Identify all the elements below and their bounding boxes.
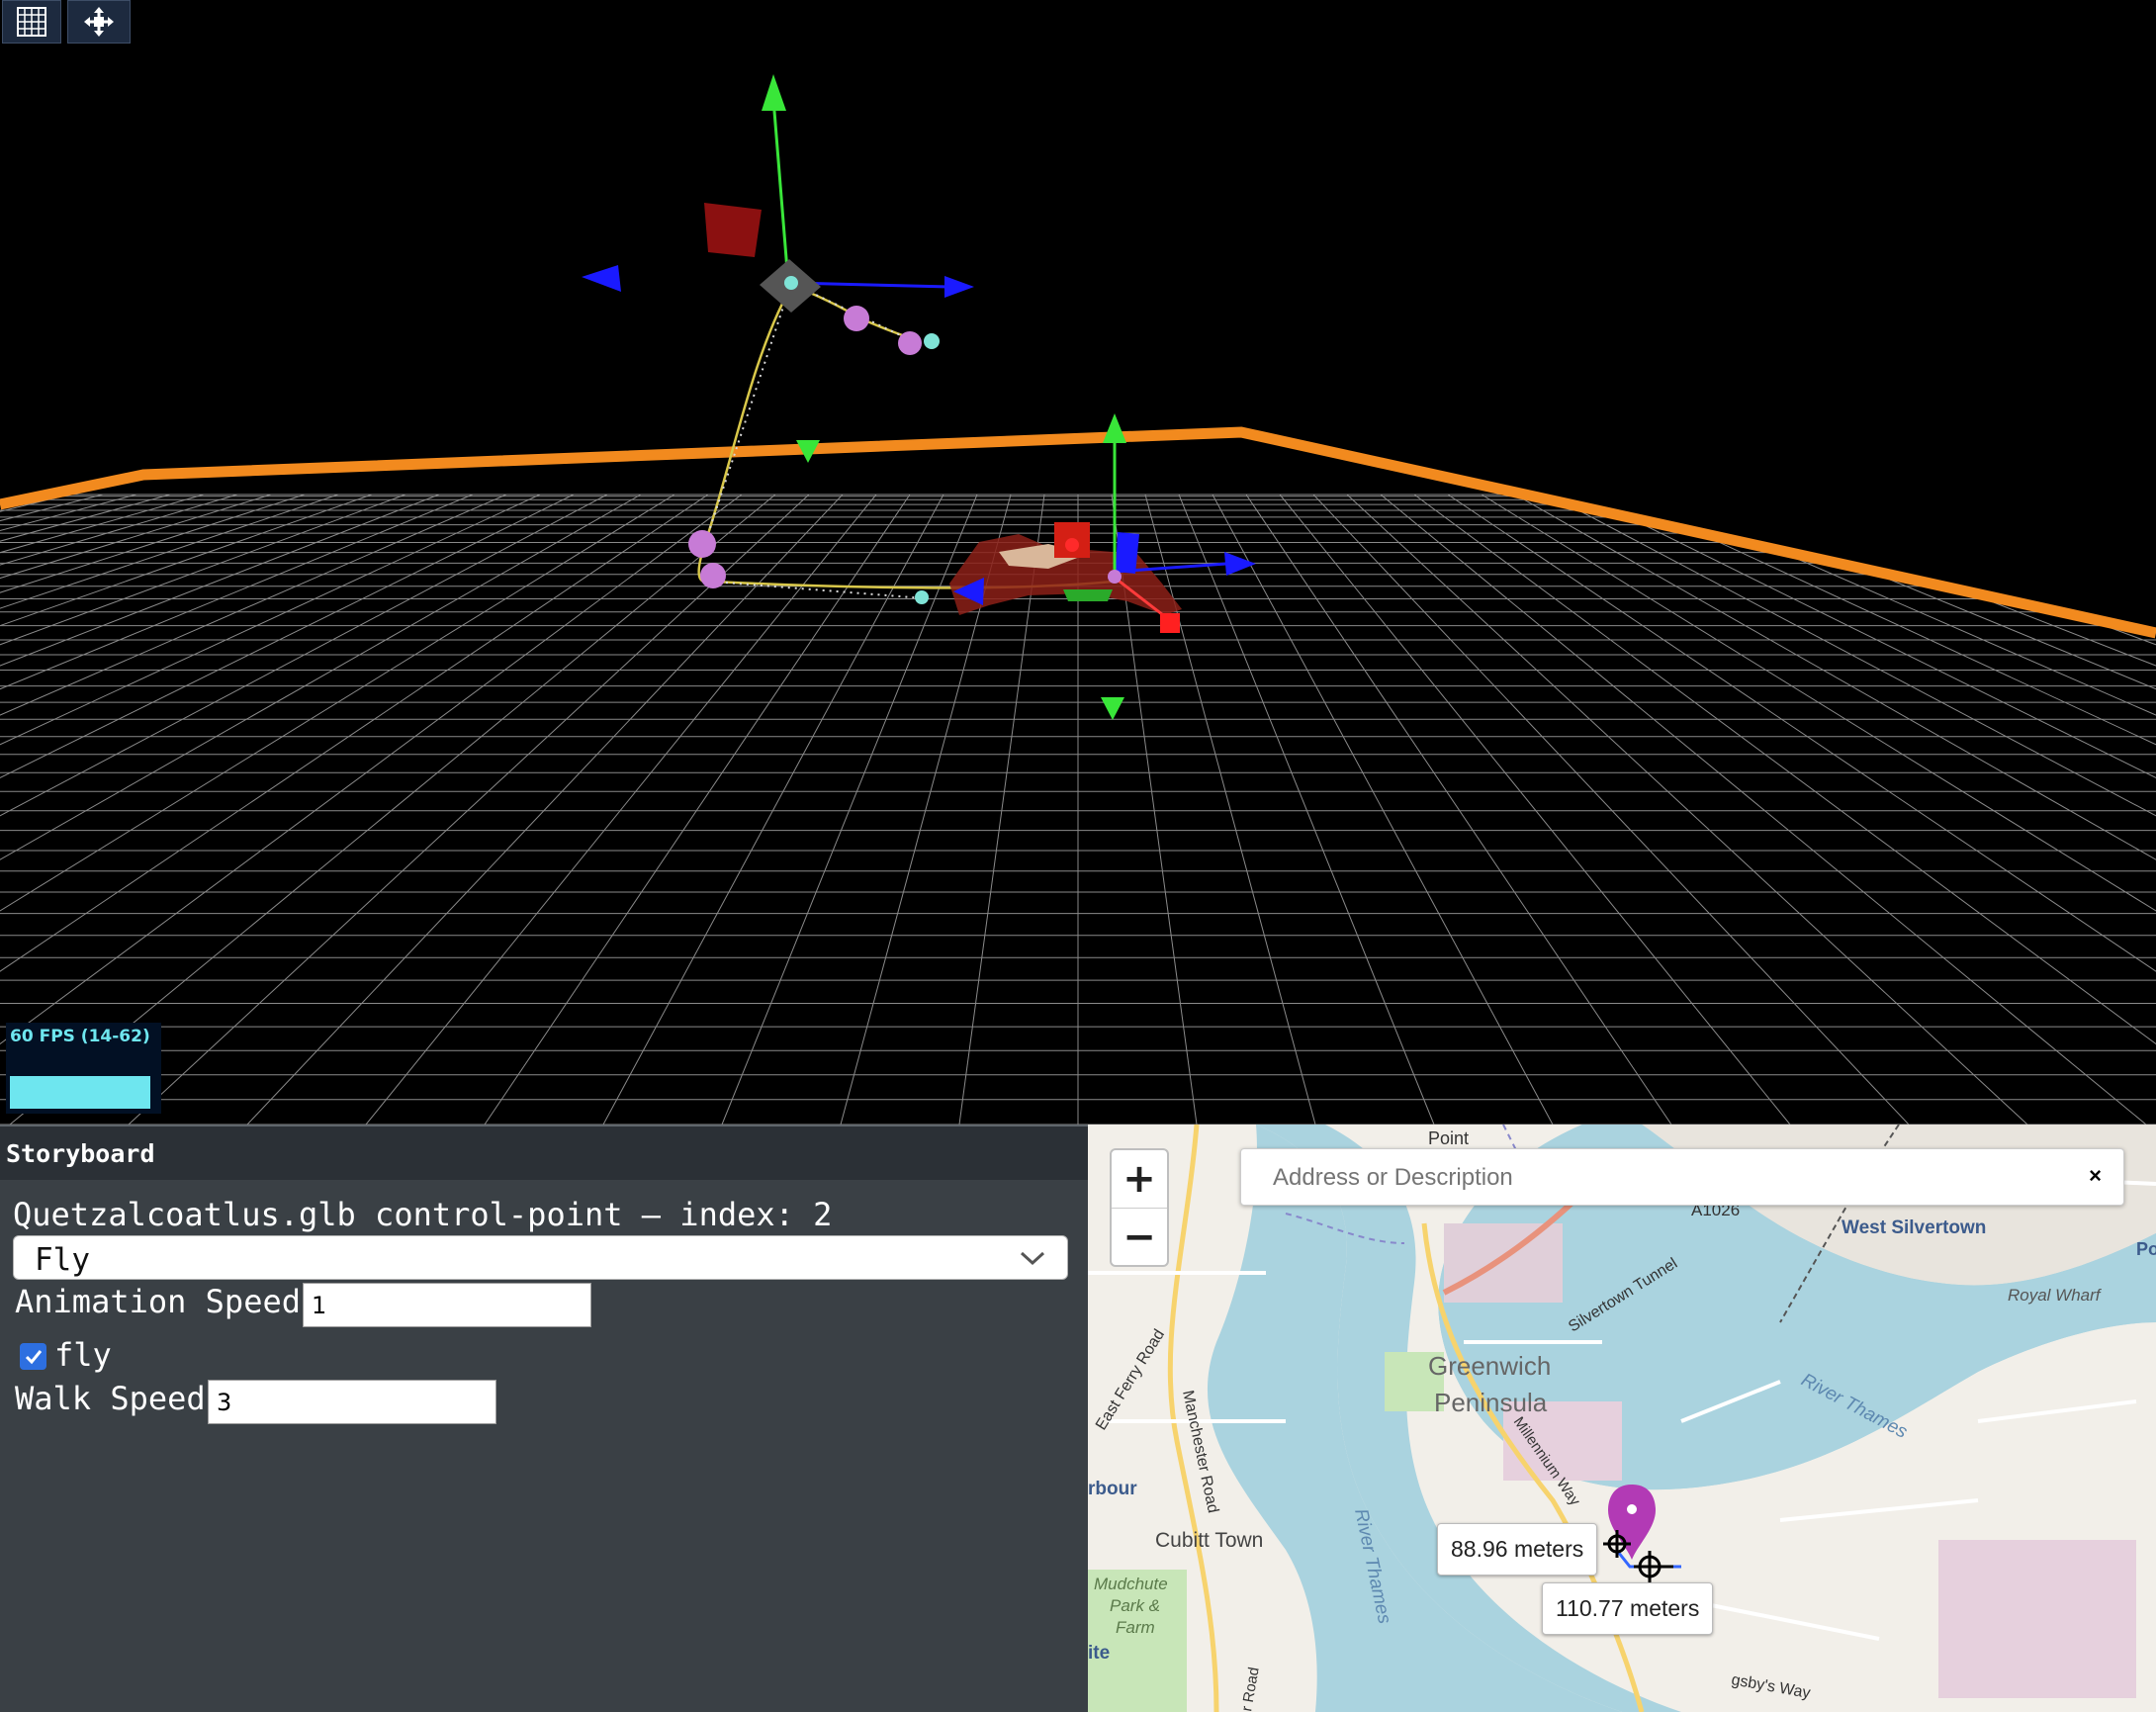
map-label: Point	[1428, 1128, 1469, 1148]
grid-line	[1144, 494, 1316, 1125]
fps-monitor: 60 FPS (14-62)	[6, 1023, 161, 1114]
map-label: Mudchute	[1094, 1575, 1168, 1593]
map-label: Cubitt Town	[1155, 1529, 1263, 1552]
control-point-title: Quetzalcoatlus.glb control-point – index…	[13, 1196, 833, 1233]
grid-line	[1245, 494, 1672, 1125]
mode-select[interactable]: Fly	[13, 1235, 1068, 1280]
map-label: rbour	[1088, 1479, 1137, 1499]
measurement-tooltip: 88.96 meters	[1437, 1523, 1598, 1576]
industrial-area	[1444, 1223, 1563, 1303]
clear-search-button[interactable]: ×	[2089, 1163, 2102, 1189]
grid-icon	[17, 7, 46, 37]
map-label: Royal Wharf	[2008, 1286, 2103, 1305]
check-icon	[25, 1349, 42, 1364]
map-label: Farm	[1116, 1618, 1155, 1637]
map-label: Park &	[1110, 1596, 1160, 1615]
zoom-in-button[interactable]: +	[1112, 1150, 1167, 1209]
address-search: ×	[1240, 1148, 2124, 1206]
control-point[interactable]	[898, 331, 922, 355]
control-handle[interactable]	[915, 590, 929, 604]
storyboard-header: Storyboard	[0, 1125, 1088, 1180]
storyboard-title: Storyboard	[6, 1139, 155, 1168]
storyboard-panel: Storyboard Quetzalcoatlus.glb control-po…	[0, 1125, 1088, 1712]
map-label: ite	[1088, 1643, 1110, 1664]
grid-toggle-button[interactable]	[2, 0, 61, 44]
fly-label: fly	[54, 1336, 112, 1374]
fly-checkbox[interactable]	[20, 1343, 46, 1370]
zoom-control: + −	[1110, 1148, 1169, 1267]
grid-line	[1346, 494, 2028, 1125]
scene-canvas[interactable]	[0, 0, 2156, 1125]
fps-label: 60 FPS (14-62)	[10, 1027, 150, 1046]
grid-line	[1212, 494, 1554, 1125]
grid-line	[484, 494, 911, 1125]
grid-line	[1178, 494, 1435, 1125]
animation-speed-input[interactable]	[303, 1283, 591, 1327]
fps-bar	[10, 1076, 151, 1109]
control-point[interactable]	[688, 530, 716, 558]
animation-speed-label: Animation Speed	[15, 1283, 301, 1320]
map-label: Po	[2136, 1239, 2156, 1259]
map-label: Greenwich	[1428, 1351, 1551, 1381]
grid-line	[602, 494, 944, 1125]
walk-speed-label: Walk Speed	[15, 1380, 206, 1417]
grid-line	[0, 494, 3, 496]
grid-line	[1279, 494, 1791, 1125]
control-handle[interactable]	[924, 333, 940, 349]
mode-select-value: Fly	[35, 1242, 90, 1278]
map-label: West Silvertown	[1842, 1217, 1986, 1238]
measurement-tooltip: 110.77 meters	[1542, 1582, 1714, 1635]
control-point[interactable]	[700, 563, 726, 588]
scale-handle-green[interactable]	[1101, 697, 1124, 720]
zoom-out-button[interactable]: −	[1112, 1209, 1167, 1265]
chevron-down-icon	[1020, 1251, 1045, 1266]
industrial-area	[1938, 1540, 2136, 1698]
3d-viewport[interactable]: 60 FPS (14-62)	[0, 0, 2156, 1125]
map-panel[interactable]: Point A1026 West Silvertown Royal Wharf …	[1088, 1125, 2156, 1712]
grid-line	[128, 494, 810, 1125]
move-mode-button[interactable]	[67, 0, 131, 44]
map-label: Peninsula	[1434, 1388, 1548, 1417]
control-point[interactable]	[844, 306, 869, 331]
walk-speed-input[interactable]	[208, 1380, 496, 1424]
move-arrows-icon	[84, 7, 114, 37]
grid-line	[365, 494, 877, 1125]
address-search-input[interactable]	[1243, 1151, 2086, 1205]
